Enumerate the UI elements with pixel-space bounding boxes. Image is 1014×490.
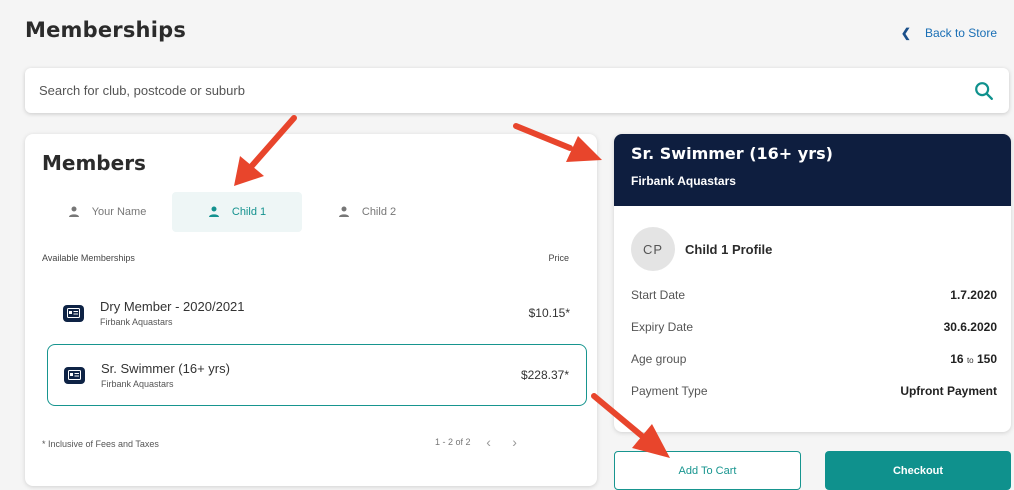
tab-label: Child 1: [231, 206, 267, 218]
age-from: 16: [950, 352, 964, 366]
chevron-right-icon[interactable]: ›: [507, 434, 523, 450]
membership-name: Dry Member - 2020/2021: [100, 299, 245, 314]
membership-club: Firbank Aquastars: [101, 379, 174, 389]
memberships-list-header: Available Memberships Price: [42, 253, 569, 263]
search-bar: [25, 68, 1009, 113]
price-column-label: Price: [548, 253, 569, 263]
age-group-row: Age group 16 to 150: [631, 352, 997, 366]
membership-row-dry-member[interactable]: Dry Member - 2020/2021 Firbank Aquastars…: [47, 282, 587, 344]
tab-your-name[interactable]: Your Name: [42, 192, 172, 232]
age-group-label: Age group: [631, 352, 687, 366]
search-input[interactable]: [39, 83, 973, 98]
expiry-date-label: Expiry Date: [631, 320, 694, 334]
pagination-range: 1 - 2 of 2: [435, 437, 471, 447]
membership-name: Sr. Swimmer (16+ yrs): [101, 361, 230, 376]
start-date-label: Start Date: [631, 288, 686, 302]
membership-row-sr-swimmer[interactable]: Sr. Swimmer (16+ yrs) Firbank Aquastars …: [47, 344, 587, 406]
memberships-page: Memberships ❮ Back to Store Members Your…: [10, 0, 1014, 490]
member-tabs: Your Name Child 1 Child 2: [42, 192, 432, 232]
tab-label: Your Name: [91, 206, 147, 218]
back-to-store-label: Back to Store: [924, 26, 997, 40]
payment-type-row: Payment Type Upfront Payment: [631, 384, 997, 398]
person-icon: [68, 206, 79, 217]
back-to-store-link[interactable]: ❮ Back to Store: [901, 26, 997, 40]
age-to-word: to: [966, 356, 974, 365]
fees-footnote: * Inclusive of Fees and Taxes: [42, 439, 159, 449]
avatar: CP: [631, 227, 675, 271]
person-icon: [208, 206, 219, 217]
person-icon: [338, 206, 349, 217]
search-icon[interactable]: [973, 80, 995, 102]
membership-card-icon: [63, 304, 84, 322]
membership-card-icon: [64, 366, 85, 384]
age-to: 150: [976, 352, 997, 366]
add-to-cart-button[interactable]: Add To Cart: [614, 451, 801, 490]
available-memberships-label: Available Memberships: [42, 253, 135, 263]
detail-header: Sr. Swimmer (16+ yrs) Firbank Aquastars: [614, 134, 1011, 206]
start-date-row: Start Date 1.7.2020: [631, 288, 997, 302]
membership-price: $10.15*: [528, 306, 570, 320]
members-title: Members: [42, 151, 146, 175]
payment-type-label: Payment Type: [631, 384, 708, 398]
pagination: 1 - 2 of 2 ‹ ›: [435, 434, 523, 450]
profile-summary: CP Child 1 Profile: [631, 227, 772, 271]
detail-title: Sr. Swimmer (16+ yrs): [631, 144, 833, 163]
membership-club: Firbank Aquastars: [100, 317, 173, 327]
detail-club: Firbank Aquastars: [631, 174, 736, 188]
members-card: Members Your Name Child 1 Child 2 Availa…: [25, 134, 597, 486]
expiry-date-value: 30.6.2020: [943, 320, 997, 334]
chevron-left-icon[interactable]: ‹: [481, 434, 497, 450]
start-date-value: 1.7.2020: [950, 288, 997, 302]
age-group-value: 16 to 150: [950, 352, 997, 366]
expiry-date-row: Expiry Date 30.6.2020: [631, 320, 997, 334]
tab-child-2[interactable]: Child 2: [302, 192, 432, 232]
membership-detail-card: Sr. Swimmer (16+ yrs) Firbank Aquastars …: [614, 134, 1011, 432]
membership-price: $228.37*: [520, 368, 569, 382]
tab-label: Child 2: [361, 206, 397, 218]
page-title: Memberships: [25, 18, 187, 42]
chevron-left-icon: ❮: [900, 26, 911, 40]
profile-name: Child 1 Profile: [685, 241, 773, 257]
tab-child-1[interactable]: Child 1: [172, 192, 302, 232]
payment-type-value: Upfront Payment: [900, 384, 997, 398]
checkout-button[interactable]: Checkout: [825, 451, 1011, 490]
